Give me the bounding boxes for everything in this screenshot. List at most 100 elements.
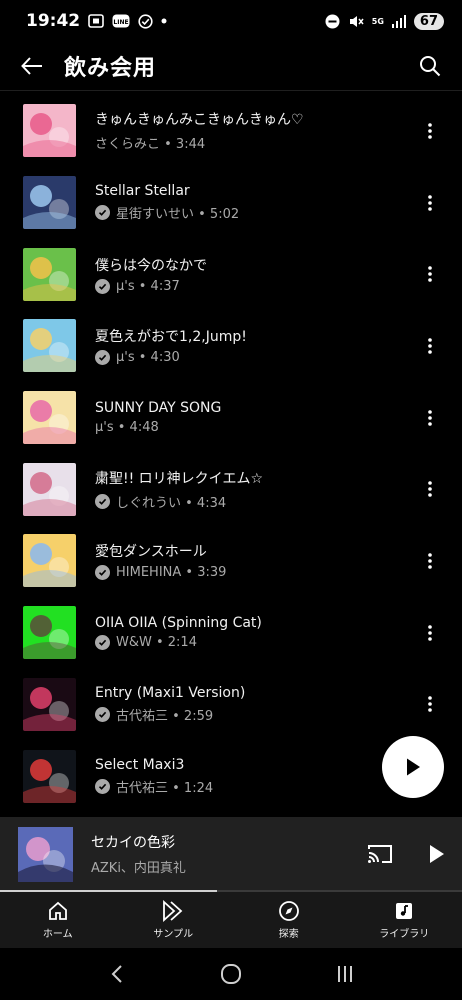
cast-icon — [368, 845, 392, 863]
track-artwork — [23, 391, 76, 445]
home-circle-icon — [221, 964, 241, 984]
chevron-left-icon — [111, 965, 122, 983]
track-row[interactable]: きゅんきゅんみこきゅんきゅん♡ さくらみこ • 3:44 — [0, 95, 462, 167]
mini-play-button[interactable] — [424, 841, 450, 867]
bottom-navigation: ホーム サンプル 探索 ライブラリ — [0, 892, 462, 948]
more-options-button[interactable] — [420, 545, 440, 577]
page-title: 飲み会用 — [64, 56, 157, 81]
track-subtitle: HIMEHINA • 3:39 — [95, 565, 227, 581]
back-arrow-icon — [21, 57, 42, 75]
play-all-button[interactable] — [382, 736, 444, 798]
track-artwork — [23, 104, 76, 158]
nav-label: ライブラリ — [379, 929, 430, 940]
more-options-button[interactable] — [420, 617, 440, 649]
more-vertical-icon — [428, 553, 432, 569]
more-options-button[interactable] — [420, 330, 440, 362]
5g-icon: 5G — [371, 16, 384, 26]
now-playing-artist: AZKi、内田真礼 — [91, 861, 186, 876]
nav-item-library[interactable]: ライブラリ — [347, 892, 462, 948]
track-artist-duration: μ's • 4:48 — [95, 420, 159, 436]
header-divider — [0, 90, 462, 91]
track-info: きゅんきゅんみこきゅんきゅん♡ さくらみこ • 3:44 — [95, 109, 304, 152]
more-options-button[interactable] — [420, 688, 440, 720]
more-options-button[interactable] — [420, 473, 440, 505]
track-info: OIIA OIIA (Spinning Cat) W&W • 2:14 — [95, 615, 262, 651]
track-artist-duration: μ's • 4:30 — [116, 350, 180, 366]
play-icon — [407, 758, 420, 776]
track-title: 愛包ダンスホール — [95, 544, 207, 561]
more-vertical-icon — [428, 409, 432, 426]
track-row[interactable]: 僕らは今のなかで μ's • 4:37 — [0, 238, 462, 310]
track-info: 愛包ダンスホール HIMEHINA • 3:39 — [95, 541, 227, 581]
nav-item-explore[interactable]: 探索 — [231, 892, 347, 948]
search-button[interactable] — [398, 42, 462, 90]
track-info: SUNNY DAY SONG μ's • 4:48 — [95, 400, 221, 435]
status-time: 19:42 — [26, 11, 81, 31]
recents-icon — [338, 966, 352, 982]
nav-label: ホーム — [42, 929, 73, 940]
track-artist-duration: 古代祐三 • 2:59 — [116, 708, 214, 724]
system-recents-button[interactable] — [325, 954, 365, 994]
track-info: Entry (Maxi1 Version) 古代祐三 • 2:59 — [95, 685, 245, 724]
signal-icon — [391, 14, 406, 28]
more-options-button[interactable] — [420, 115, 440, 147]
track-artist-duration: HIMEHINA • 3:39 — [116, 565, 227, 581]
do-not-disturb-icon — [325, 14, 340, 29]
track-title: 夏色えがおで1,2,Jump! — [95, 329, 247, 346]
track-artwork — [23, 319, 76, 373]
play-icon — [430, 845, 444, 863]
track-info: Stellar Stellar 星街すいせい • 5:02 — [95, 183, 239, 222]
line-app-icon: LINE — [112, 14, 130, 28]
nav-label: 探索 — [278, 929, 299, 940]
now-playing-artwork — [18, 826, 73, 882]
explore-icon — [278, 900, 300, 922]
check-circle-icon — [138, 13, 153, 29]
more-options-button[interactable] — [420, 402, 440, 434]
track-row[interactable]: 粛聖!! ロリ神レクイエム☆ しぐれうい • 4:34 — [0, 453, 462, 525]
track-info: Select Maxi3 古代祐三 • 1:24 — [95, 757, 213, 796]
back-button[interactable] — [0, 42, 64, 90]
status-left: 19:42 LINE — [26, 11, 167, 31]
more-vertical-icon — [428, 123, 432, 139]
app-header: 飲み会用 — [0, 42, 462, 90]
verified-check-icon — [95, 778, 110, 794]
cast-button[interactable] — [366, 842, 394, 866]
track-title: Entry (Maxi1 Version) — [95, 684, 246, 701]
mini-player[interactable]: セカイの色彩 AZKi、内田真礼 — [0, 817, 462, 891]
more-vertical-icon — [428, 624, 432, 641]
track-subtitle: しぐれうい • 4:34 — [95, 492, 263, 511]
mute-icon — [348, 14, 364, 29]
track-artist-duration: W&W • 2:14 — [116, 635, 197, 651]
track-subtitle: 星街すいせい • 5:02 — [95, 203, 239, 222]
track-row[interactable]: 夏色えがおで1,2,Jump! μ's • 4:30 — [0, 310, 462, 382]
system-home-button[interactable] — [211, 954, 251, 994]
track-subtitle: 古代祐三 • 1:24 — [95, 777, 213, 796]
track-title: SUNNY DAY SONG — [95, 400, 222, 417]
track-subtitle: 古代祐三 • 2:59 — [95, 705, 245, 724]
verified-check-icon — [95, 205, 110, 221]
track-artist-duration: しぐれうい • 4:34 — [116, 495, 227, 511]
track-artwork — [23, 749, 76, 803]
more-options-button[interactable] — [420, 187, 440, 219]
status-bar: 19:42 LINE 5G 67 — [0, 0, 462, 42]
track-row[interactable]: 愛包ダンスホール HIMEHINA • 3:39 — [0, 525, 462, 597]
track-row[interactable]: SUNNY DAY SONG μ's • 4:48 — [0, 382, 462, 454]
track-row[interactable]: Entry (Maxi1 Version) 古代祐三 • 2:59 — [0, 669, 462, 741]
track-artwork — [23, 247, 76, 301]
battery-icon: 67 — [413, 12, 444, 30]
track-row[interactable]: OIIA OIIA (Spinning Cat) W&W • 2:14 — [0, 597, 462, 669]
system-navigation — [0, 948, 462, 1000]
track-artist-duration: 星街すいせい • 5:02 — [116, 207, 240, 223]
more-options-button[interactable] — [420, 258, 440, 290]
nav-item-home[interactable]: ホーム — [0, 892, 116, 948]
track-artist-duration: μ's • 4:37 — [116, 278, 180, 294]
track-title: Select Maxi3 — [95, 756, 185, 773]
track-artist-duration: さくらみこ • 3:44 — [95, 137, 206, 153]
now-playing-title: セカイの色彩 — [91, 835, 175, 851]
svg-text:LINE: LINE — [114, 19, 129, 26]
track-info: 僕らは今のなかで μ's • 4:37 — [95, 255, 207, 294]
nav-item-samples[interactable]: サンプル — [116, 892, 232, 948]
system-back-button[interactable] — [97, 954, 137, 994]
track-row[interactable]: Stellar Stellar 星街すいせい • 5:02 — [0, 167, 462, 239]
track-info: 粛聖!! ロリ神レクイエム☆ しぐれうい • 4:34 — [95, 468, 263, 511]
